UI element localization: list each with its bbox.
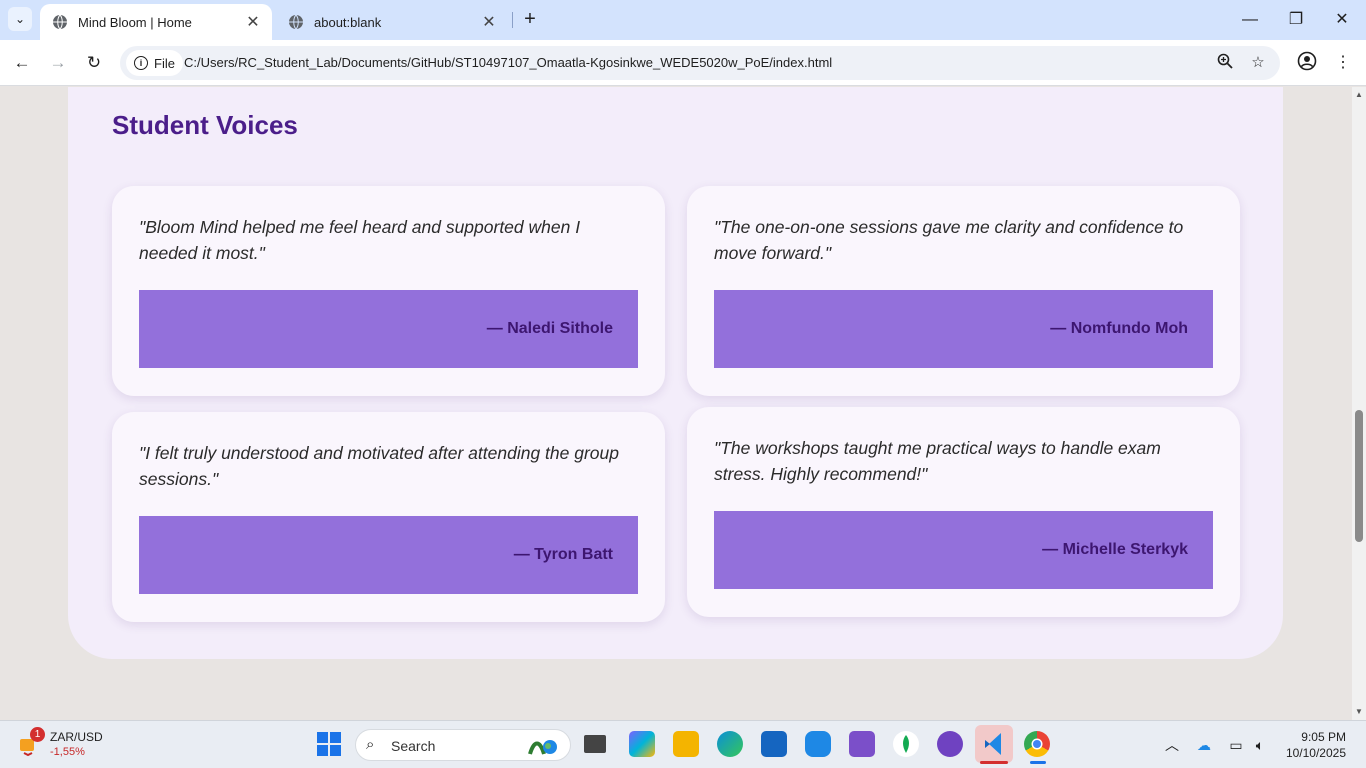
tab-title: about:blank <box>314 14 382 30</box>
profile-icon[interactable] <box>1295 51 1319 75</box>
chrome-active-indicator <box>1030 761 1046 764</box>
page-viewport: Student Voices "Bloom Mind helped me fee… <box>0 87 1352 720</box>
edge-browser-icon[interactable] <box>717 731 743 757</box>
volume-icon[interactable]: 🔈︎ <box>1250 735 1270 755</box>
tab-close-icon[interactable]: ✕ <box>480 12 498 32</box>
windows-start-icon[interactable] <box>316 731 342 757</box>
microsoft-store-icon[interactable] <box>761 731 787 757</box>
tab-about-blank[interactable]: about:blank ✕ <box>276 4 508 40</box>
section-title: Student Voices <box>112 110 298 140</box>
testimonial-card: "The workshops taught me practical ways … <box>687 407 1240 617</box>
copilot-icon[interactable] <box>629 731 655 757</box>
scroll-up-arrow-icon[interactable]: ▲ <box>1355 91 1363 99</box>
menu-kebab-icon[interactable]: ⋮ <box>1331 51 1355 75</box>
reload-icon[interactable]: ↻ <box>82 51 106 75</box>
chevron-up-icon[interactable]: ︿ <box>1162 735 1182 755</box>
url-text[interactable]: C:/Users/RC_Student_Lab/Documents/GitHub… <box>184 55 832 70</box>
taskbar-search[interactable]: ⌕ Search <box>355 729 571 761</box>
info-icon: i <box>134 56 148 70</box>
clock-time: 9:05 PM <box>1301 730 1346 744</box>
search-highlight-icon <box>528 740 557 755</box>
ticker-name: ZAR/USD <box>50 730 103 744</box>
author-bar: — Nomfundo Moh <box>714 290 1213 368</box>
back-arrow-icon[interactable]: ← <box>10 51 34 75</box>
address-bar[interactable]: i File C:/Users/RC_Student_Lab/Documents… <box>120 46 1280 80</box>
testimonial-card: "I felt truly understood and motivated a… <box>112 412 665 622</box>
onedrive-icon[interactable]: ☁ <box>1194 735 1214 755</box>
testimonial-card: "The one-on-one sessions gave me clarity… <box>687 186 1240 396</box>
testimonial-author: — Tyron Batt <box>513 546 613 563</box>
tab-separator <box>512 12 513 28</box>
search-icon: ⌕ <box>366 736 375 753</box>
testimonial-quote: "I felt truly understood and motivated a… <box>139 443 619 489</box>
page-scrollbar[interactable]: ▲ ▼ <box>1352 87 1366 720</box>
author-bar: — Naledi Sithole <box>139 290 638 368</box>
windows-taskbar: 1 ZAR/USD -1,55% ⌕ Search ︿ ☁ ▭ 🔈︎ 9:05 … <box>0 720 1366 768</box>
tab-title: Mind Bloom | Home <box>78 14 192 30</box>
github-desktop-icon[interactable] <box>937 731 963 757</box>
url-scheme-label: File <box>154 55 175 71</box>
clock-date: 10/10/2025 <box>1285 746 1346 760</box>
forward-arrow-icon[interactable]: → <box>46 51 70 75</box>
file-explorer-icon[interactable] <box>673 731 699 757</box>
tab-close-icon[interactable]: ✕ <box>244 12 262 32</box>
zoom-icon[interactable] <box>1215 53 1235 73</box>
tab-search-chevron-icon[interactable]: ⌄ <box>8 7 32 31</box>
chrome-icon[interactable] <box>1024 731 1050 757</box>
testimonial-quote: "Bloom Mind helped me feel heard and sup… <box>139 217 581 263</box>
minimize-icon[interactable]: — <box>1238 8 1262 32</box>
author-bar: — Michelle Sterkyk <box>714 511 1213 589</box>
scroll-down-arrow-icon[interactable]: ▼ <box>1355 708 1363 716</box>
mongodb-compass-icon[interactable] <box>893 731 919 757</box>
new-tab-button[interactable]: + <box>518 8 542 32</box>
scroll-thumb[interactable] <box>1355 410 1363 542</box>
tab-mind-bloom[interactable]: Mind Bloom | Home ✕ <box>40 4 272 40</box>
bookmark-star-icon[interactable]: ☆ <box>1248 53 1268 73</box>
site-info-chip[interactable]: i File <box>126 50 183 76</box>
author-bar: — Tyron Batt <box>139 516 638 594</box>
visual-studio-icon[interactable] <box>849 731 875 757</box>
browser-toolbar: ← → ↻ i File C:/Users/RC_Student_Lab/Doc… <box>0 40 1366 86</box>
restore-icon[interactable]: ❐ <box>1284 8 1308 32</box>
vscode-active-indicator <box>980 761 1008 764</box>
testimonial-author: — Michelle Sterkyk <box>1042 541 1188 558</box>
close-window-icon[interactable]: ✕ <box>1330 8 1354 32</box>
vscode-icon[interactable] <box>975 725 1013 763</box>
azure-data-studio-icon[interactable] <box>805 731 831 757</box>
globe-icon <box>289 14 303 30</box>
testimonial-author: — Naledi Sithole <box>486 320 613 337</box>
task-view-icon[interactable] <box>584 735 606 753</box>
system-clock[interactable]: 9:05 PM 10/10/2025 <box>1280 729 1346 761</box>
testimonial-quote: "The one-on-one sessions gave me clarity… <box>714 217 1184 263</box>
search-placeholder: Search <box>391 738 436 754</box>
testimonial-card: "Bloom Mind helped me feel heard and sup… <box>112 186 665 396</box>
testimonial-author: — Nomfundo Moh <box>1050 320 1188 337</box>
notification-badge: 1 <box>30 727 45 742</box>
network-icon[interactable]: ▭ <box>1226 735 1246 755</box>
globe-icon <box>53 14 67 30</box>
ticker-change: -1,55% <box>50 746 85 758</box>
testimonial-quote: "The workshops taught me practical ways … <box>714 438 1161 484</box>
tab-strip: ⌄ Mind Bloom | Home ✕ about:blank ✕ + — … <box>0 0 1366 40</box>
